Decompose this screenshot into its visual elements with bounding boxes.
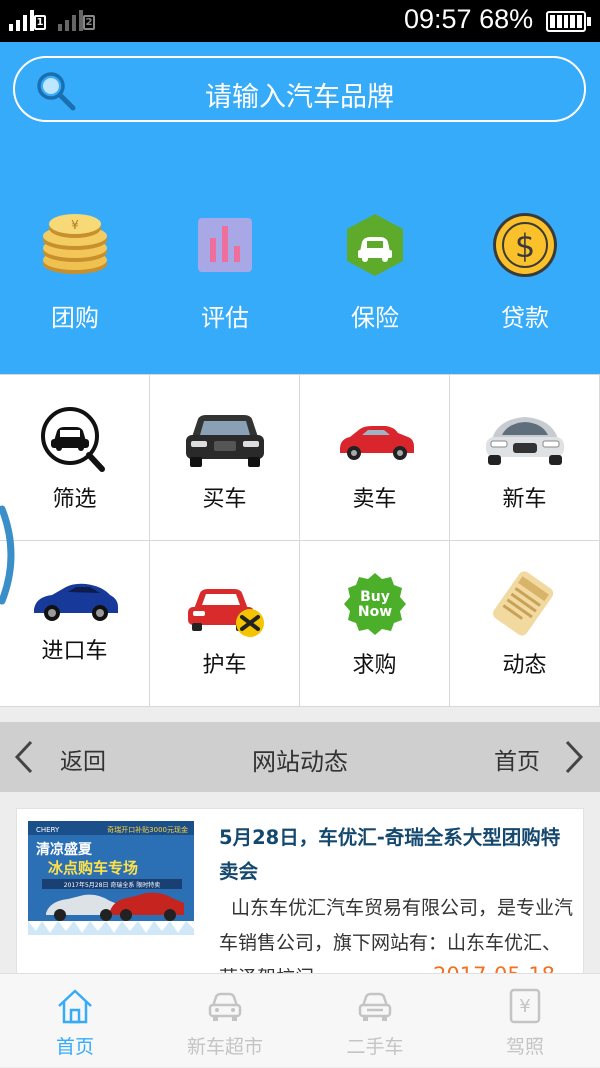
grid-imported-car[interactable]: 进口车 (0, 541, 150, 707)
news-title[interactable]: 5月28日，车优汇-奇瑞全系大型团购特卖会 (219, 821, 574, 889)
grid-new-car[interactable]: 新车 (450, 375, 600, 541)
quick-insurance[interactable]: 保险 (300, 212, 450, 333)
home-icon (58, 989, 92, 1024)
news-nav-bar: 返回 网站动态 首页 (0, 722, 600, 792)
quick-label: 贷款 (501, 304, 549, 332)
grid-label: 筛选 (52, 487, 97, 512)
signal-icon-secondary (58, 10, 83, 31)
tab-used-car[interactable]: 二手车 (300, 974, 450, 1068)
svg-text:¥: ¥ (519, 996, 530, 1017)
status-bar: 1 2 09:57 68% (0, 0, 600, 42)
search-input[interactable]: 请输入汽车品牌 (13, 56, 586, 122)
blue-sportscar-icon (34, 583, 118, 621)
tab-label: 首页 (55, 1036, 94, 1058)
grid-label: 进口车 (41, 639, 108, 664)
sim2-indicator: 2 (83, 15, 95, 30)
tab-label: 新车超市 (186, 1036, 263, 1058)
dollar-coin-icon: $ (493, 213, 557, 277)
sim1-indicator: 1 (34, 15, 46, 30)
quick-label: 评估 (201, 304, 249, 332)
header: 请输入汽车品牌 ¥ 团购 评估 保险 $ 贷款 (0, 42, 600, 374)
thumb-banner: 奇瑞开口补贴3000元现金 (107, 825, 188, 834)
thumb-headline-1: 清凉盛夏 (36, 841, 93, 858)
black-sedan-icon (186, 415, 264, 467)
news-thumbnail: CHERY 奇瑞开口补贴3000元现金 清凉盛夏 冰点购车专场 2017年5月2… (28, 821, 194, 935)
thumb-brand: CHERY (36, 826, 60, 834)
silver-coupe-icon (486, 417, 564, 465)
bar-chart-icon (198, 218, 252, 272)
search-placeholder: 请输入汽车品牌 (205, 82, 394, 113)
grid-filter[interactable]: 筛选 (0, 375, 150, 541)
grid-label: 动态 (502, 653, 547, 678)
grid-buy-car[interactable]: 买车 (150, 375, 300, 541)
grid-label: 买车 (202, 487, 247, 512)
side-drawer-handle-icon[interactable] (0, 505, 22, 605)
tab-new-car-market[interactable]: 新车超市 (150, 974, 300, 1068)
coins-icon: ¥ (43, 214, 107, 274)
battery-percent: 68% (479, 4, 534, 34)
quick-label: 保险 (351, 304, 399, 332)
grid-car-care[interactable]: 护车 (150, 541, 300, 707)
tab-label: 二手车 (346, 1036, 404, 1058)
badge-text-now: Now (358, 604, 392, 620)
car-front-icon (208, 992, 242, 1021)
buy-now-badge-icon: Buy Now (344, 573, 406, 635)
red-sedan-icon (340, 426, 414, 460)
car-hexagon-icon (347, 214, 403, 276)
tab-home[interactable]: 首页 (0, 974, 150, 1068)
signal-icon (9, 10, 34, 31)
grid-news[interactable]: 动态 (450, 541, 600, 707)
badge-text-buy: Buy (360, 589, 390, 605)
bottom-tab-bar: 首页 新车超市 二手车 ¥ 驾照 (0, 973, 600, 1067)
tab-license[interactable]: ¥ 驾照 (450, 974, 600, 1068)
license-icon: ¥ (509, 988, 541, 1024)
grid-label: 求购 (352, 653, 397, 678)
battery-icon (546, 11, 586, 32)
quick-label: 团购 (51, 304, 99, 332)
thumb-strip: 2017年5月28日 奇瑞全系 限时特卖 (64, 881, 161, 889)
svg-text:¥: ¥ (71, 218, 79, 232)
grid-label: 卖车 (352, 487, 397, 512)
quick-loan[interactable]: $ 贷款 (450, 212, 600, 333)
svg-text:$: $ (515, 227, 535, 265)
grid-sell-car[interactable]: 卖车 (300, 375, 450, 541)
car-repair-icon (188, 589, 264, 637)
chevron-right-icon[interactable] (564, 740, 584, 774)
home-link[interactable]: 首页 (494, 742, 540, 776)
clock: 09:57 (404, 4, 472, 34)
thumb-headline-2: 冰点购车专场 (48, 859, 138, 877)
quick-appraisal[interactable]: 评估 (150, 212, 300, 333)
feature-grid: 筛选 买车 卖车 新车 进口车 护车 Buy Now 求购 动态 (0, 374, 600, 707)
grid-wanted[interactable]: Buy Now 求购 (300, 541, 450, 707)
quick-group-buy[interactable]: ¥ 团购 (0, 212, 150, 333)
grid-label: 护车 (202, 653, 247, 678)
tab-label: 驾照 (505, 1036, 544, 1058)
status-time-battery: 09:57 68% (404, 4, 533, 35)
car-magnifier-icon (41, 407, 105, 472)
used-car-icon (358, 992, 392, 1021)
newspaper-icon (493, 571, 554, 636)
grid-label: 新车 (502, 487, 547, 512)
